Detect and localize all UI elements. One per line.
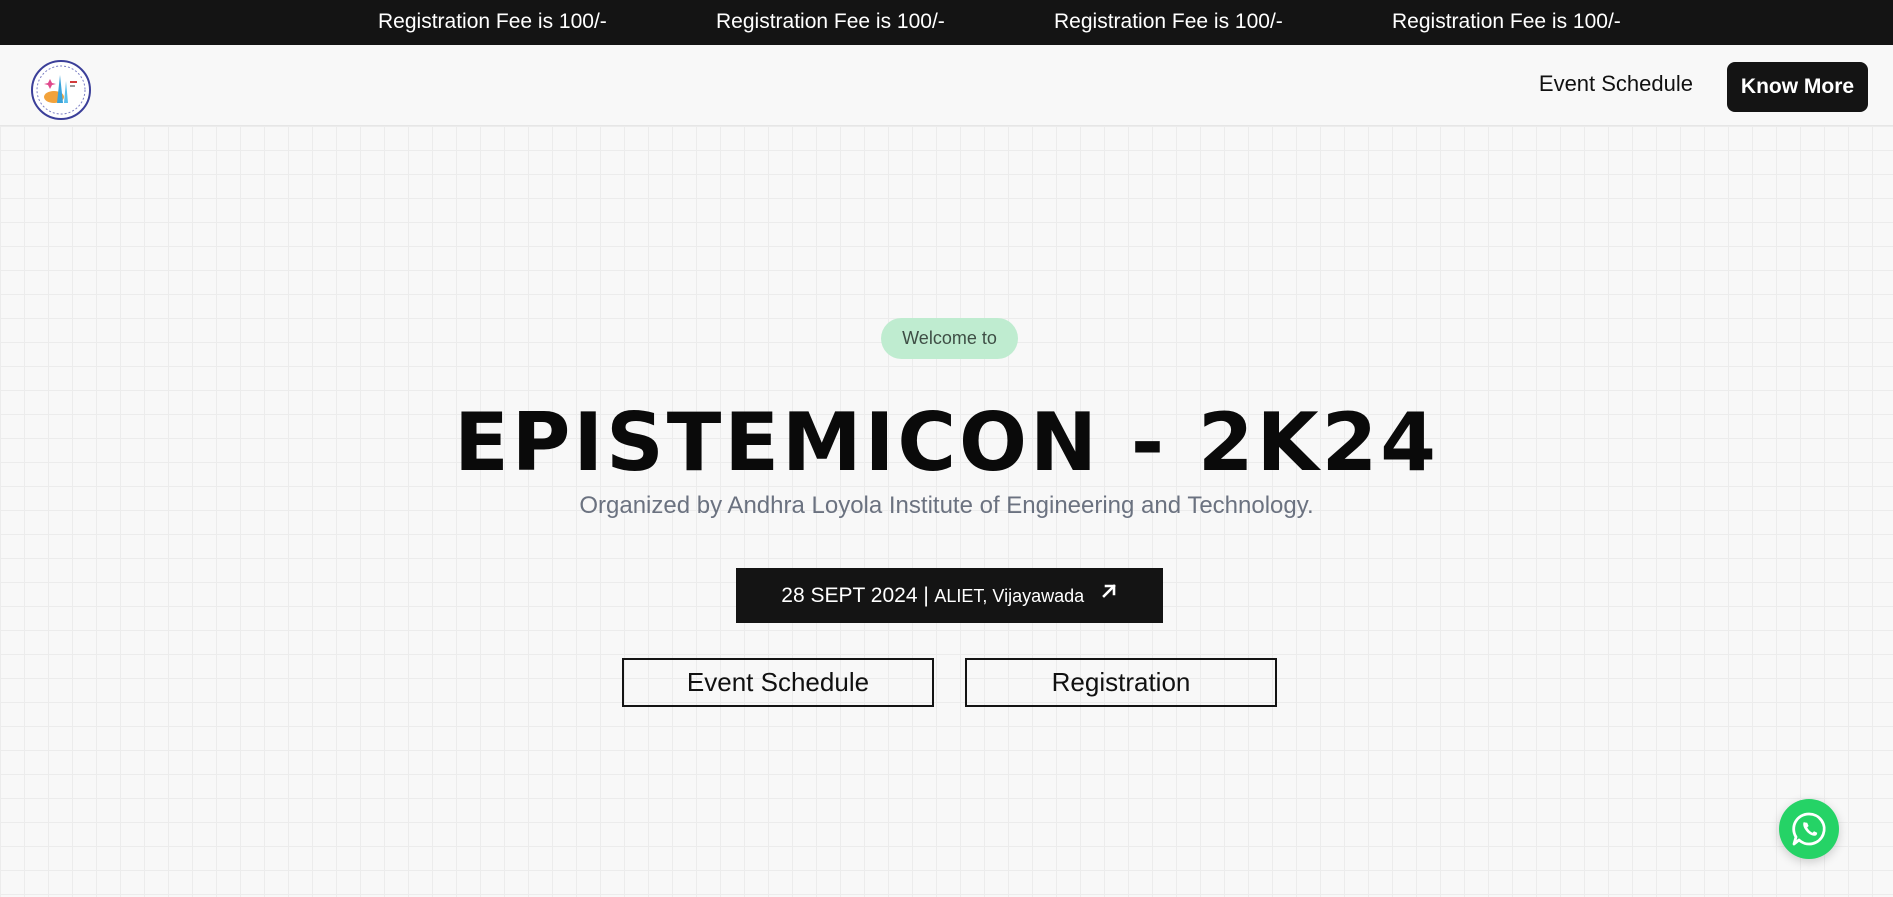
site-header: Event Schedule Know More <box>0 45 1893 126</box>
ticker-item: Registration Fee is 100/- <box>1392 10 1621 33</box>
arrow-up-right-icon <box>1100 567 1118 622</box>
know-more-button[interactable]: Know More <box>1727 62 1868 112</box>
welcome-badge: Welcome to <box>881 318 1018 359</box>
whatsapp-icon <box>1792 812 1826 846</box>
ticker-item: Registration Fee is 100/- <box>1054 10 1283 33</box>
page-title: EPISTEMICON - 2K24 <box>454 396 1439 489</box>
nav-event-schedule-link[interactable]: Event Schedule <box>1539 71 1693 97</box>
whatsapp-button[interactable] <box>1779 799 1839 859</box>
ticker-item: Registration Fee is 100/- <box>378 10 607 33</box>
event-date: 28 SEPT 2024 | <box>781 584 929 607</box>
date-venue-button[interactable]: 28 SEPT 2024 | ALIET, Vijayawada <box>736 568 1163 623</box>
college-seal-icon[interactable] <box>30 59 92 121</box>
event-schedule-button[interactable]: Event Schedule <box>622 658 934 707</box>
registration-button[interactable]: Registration <box>965 658 1277 707</box>
organizer-subtitle: Organized by Andhra Loyola Institute of … <box>579 492 1314 519</box>
ticker-item: Registration Fee is 100/- <box>716 10 945 33</box>
event-venue: ALIET, Vijayawada <box>934 586 1085 606</box>
announcement-ticker: Registration Fee is 100/- Registration F… <box>0 0 1893 45</box>
